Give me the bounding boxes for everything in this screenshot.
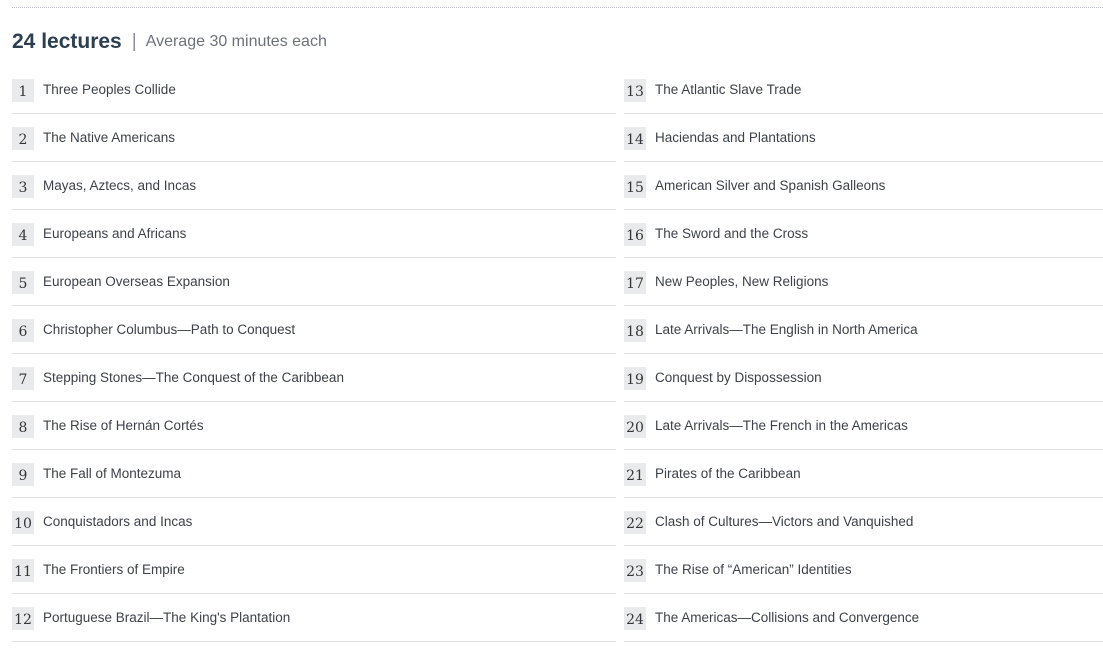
lecture-title: European Overseas Expansion: [43, 274, 230, 289]
lecture-item[interactable]: 24 The Americas—Collisions and Convergenc…: [624, 594, 1103, 642]
lecture-number: 15: [624, 175, 646, 198]
lecture-title: The Atlantic Slave Trade: [655, 82, 802, 97]
lecture-title: Conquest by Dispossession: [655, 370, 822, 385]
header-separator: |: [131, 31, 137, 52]
lecture-item[interactable]: 22 Clash of Cultures—Victors and Vanquish…: [624, 498, 1103, 546]
lecture-title: Mayas, Aztecs, and Incas: [43, 178, 197, 193]
lecture-title: New Peoples, New Religions: [655, 274, 829, 289]
lecture-list-right: 13 The Atlantic Slave Trade 14 Haciendas a…: [624, 66, 1103, 642]
lecture-item[interactable]: 15 American Silver and Spanish Galleons: [624, 162, 1103, 210]
lecture-item[interactable]: 13 The Atlantic Slave Trade: [624, 66, 1103, 114]
lecture-item[interactable]: 17 New Peoples, New Religions: [624, 258, 1103, 306]
lecture-number: 19: [624, 367, 646, 390]
lecture-number: 20: [624, 415, 646, 438]
average-duration: Average 30 minutes each: [145, 33, 327, 50]
lecture-item[interactable]: 6 Christopher Columbus—Path to Conquest: [12, 306, 616, 354]
lecture-number: 12: [12, 607, 34, 630]
lecture-item[interactable]: 9 The Fall of Montezuma: [12, 450, 616, 498]
lecture-number: 24: [624, 607, 646, 630]
lecture-title: The Rise of Hernán Cortés: [43, 418, 204, 433]
lecture-item[interactable]: 4 Europeans and Africans: [12, 210, 616, 258]
lecture-number: 2: [12, 127, 34, 150]
lecture-title: American Silver and Spanish Galleons: [655, 178, 886, 193]
lecture-number: 4: [12, 223, 34, 246]
lecture-title: Pirates of the Caribbean: [655, 466, 801, 481]
lecture-number: 8: [12, 415, 34, 438]
lecture-title: Late Arrivals—The English in North Ameri…: [655, 322, 918, 337]
lecture-item[interactable]: 3 Mayas, Aztecs, and Incas: [12, 162, 616, 210]
lecture-title: The Sword and the Cross: [655, 226, 809, 241]
lecture-item[interactable]: 7 Stepping Stones—The Conquest of the Car…: [12, 354, 616, 402]
lecture-number: 1: [12, 79, 34, 102]
lecture-title: The Fall of Montezuma: [43, 466, 182, 481]
lecture-number: 18: [624, 319, 646, 342]
lecture-number: 5: [12, 271, 34, 294]
lecture-list-left: 1 Three Peoples Collide 2 The Native Ameri…: [12, 66, 616, 642]
lecture-item[interactable]: 23 The Rise of “American” Identities: [624, 546, 1103, 594]
lecture-item[interactable]: 19 Conquest by Dispossession: [624, 354, 1103, 402]
lecture-title: Late Arrivals—The French in the Americas: [655, 418, 908, 433]
lecture-number: 10: [12, 511, 34, 534]
lecture-title: The Americas—Collisions and Convergence: [655, 610, 920, 625]
lecture-item[interactable]: 21 Pirates of the Caribbean: [624, 450, 1103, 498]
lecture-title: Conquistadors and Incas: [43, 514, 193, 529]
lecture-title: The Frontiers of Empire: [43, 562, 185, 577]
lecture-item[interactable]: 20 Late Arrivals—The French in the Americ…: [624, 402, 1103, 450]
lecture-item[interactable]: 18 Late Arrivals—The English in North Ame…: [624, 306, 1103, 354]
lecture-number: 17: [624, 271, 646, 294]
lecture-item[interactable]: 1 Three Peoples Collide: [12, 66, 616, 114]
lecture-number: 9: [12, 463, 34, 486]
lecture-title: Christopher Columbus—Path to Conquest: [43, 322, 296, 337]
lecture-title: The Native Americans: [43, 130, 176, 145]
lecture-number: 16: [624, 223, 646, 246]
lecture-number: 21: [624, 463, 646, 486]
lecture-item[interactable]: 5 European Overseas Expansion: [12, 258, 616, 306]
top-divider: [12, 7, 1103, 8]
lecture-item[interactable]: 8 The Rise of Hernán Cortés: [12, 402, 616, 450]
lecture-number: 13: [624, 79, 646, 102]
lecture-title: Stepping Stones—The Conquest of the Cari…: [43, 370, 344, 385]
lecture-item[interactable]: 12 Portuguese Brazil—The King's Plantatio…: [12, 594, 616, 642]
lecture-item[interactable]: 11 The Frontiers of Empire: [12, 546, 616, 594]
lecture-title: Three Peoples Collide: [43, 82, 176, 97]
lecture-number: 22: [624, 511, 646, 534]
lecture-number: 11: [12, 559, 34, 582]
lecture-number: 23: [624, 559, 646, 582]
lecture-number: 6: [12, 319, 34, 342]
lecture-title: Portuguese Brazil—The King's Plantation: [43, 610, 291, 625]
lecture-item[interactable]: 14 Haciendas and Plantations: [624, 114, 1103, 162]
lecture-number: 14: [624, 127, 646, 150]
lecture-number: 7: [12, 367, 34, 390]
lecture-item[interactable]: 10 Conquistadors and Incas: [12, 498, 616, 546]
lecture-count: 24 lectures: [12, 30, 122, 53]
lecture-item[interactable]: 16 The Sword and the Cross: [624, 210, 1103, 258]
lecture-title: The Rise of “American” Identities: [655, 562, 852, 577]
lecture-item[interactable]: 2 The Native Americans: [12, 114, 616, 162]
lecture-title: Europeans and Africans: [43, 226, 187, 241]
lecture-title: Haciendas and Plantations: [655, 130, 816, 145]
lectures-header: 24 lectures | Average 30 minutes each: [12, 28, 327, 56]
lecture-number: 3: [12, 175, 34, 198]
lecture-title: Clash of Cultures—Victors and Vanquished: [655, 514, 914, 529]
